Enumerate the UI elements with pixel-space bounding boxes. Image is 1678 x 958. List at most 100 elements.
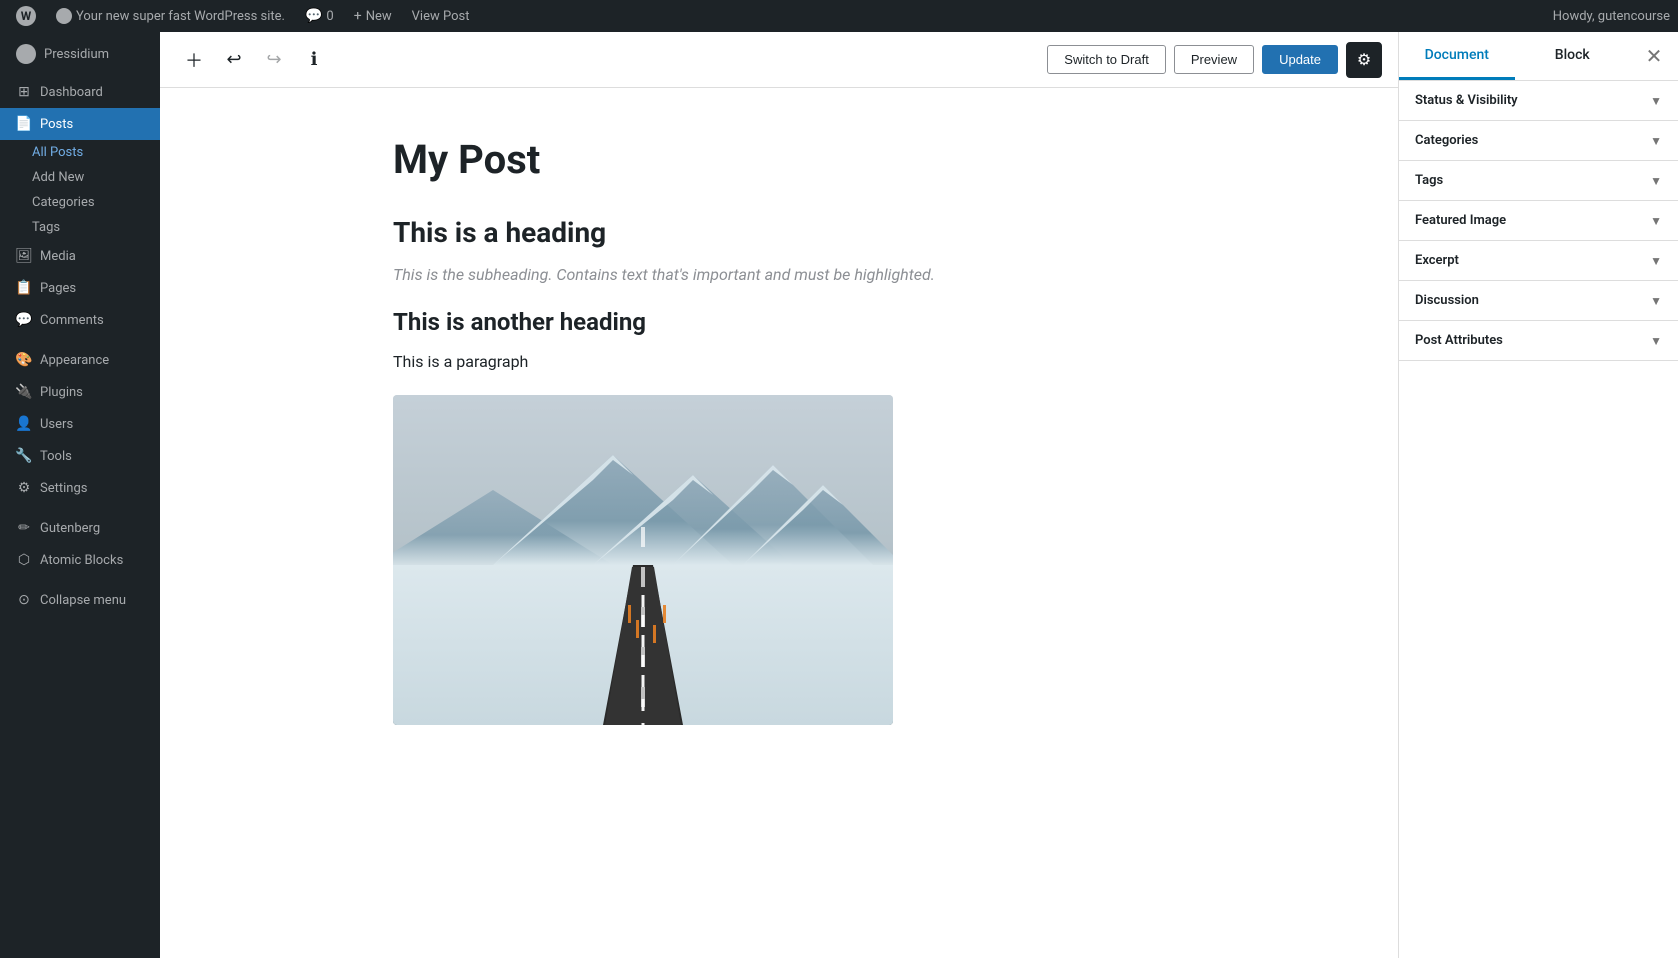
gutenberg-icon: ✏ bbox=[16, 520, 32, 536]
section-status-visibility: Status & Visibility ▼ bbox=[1399, 81, 1678, 121]
settings-button[interactable]: ⚙ bbox=[1346, 42, 1382, 78]
new-label: New bbox=[366, 9, 392, 24]
howdy-label: Howdy, gutencourse bbox=[1553, 9, 1670, 24]
collapse-icon: ⊙ bbox=[16, 592, 32, 608]
atomic-blocks-icon: ⬡ bbox=[16, 552, 32, 568]
section-categories-header[interactable]: Categories ▼ bbox=[1399, 121, 1678, 160]
sidebar-item-atomic-blocks-label: Atomic Blocks bbox=[40, 553, 123, 568]
settings-gear-icon: ⚙ bbox=[1357, 50, 1371, 70]
sidebar-item-users[interactable]: 👤 Users bbox=[0, 408, 160, 440]
view-post-item[interactable]: View Post bbox=[404, 0, 478, 32]
appearance-icon: 🎨 bbox=[16, 352, 32, 368]
heading-block-1[interactable]: This is a heading bbox=[393, 216, 1165, 249]
preview-button[interactable]: Preview bbox=[1174, 45, 1254, 74]
section-tags-header[interactable]: Tags ▼ bbox=[1399, 161, 1678, 200]
sidebar-item-media[interactable]: 🖼 Media bbox=[0, 240, 160, 272]
section-discussion-header[interactable]: Discussion ▼ bbox=[1399, 281, 1678, 320]
posts-icon: 📄 bbox=[16, 116, 32, 132]
tab-document[interactable]: Document bbox=[1399, 33, 1515, 80]
post-title[interactable]: My Post bbox=[393, 136, 1165, 184]
chevron-down-icon-categories: ▼ bbox=[1650, 134, 1662, 148]
chevron-down-icon-status: ▼ bbox=[1650, 94, 1662, 108]
redo-button[interactable]: ↪ bbox=[256, 42, 292, 78]
sidebar-sub-tags[interactable]: Tags bbox=[0, 215, 160, 240]
chevron-down-icon-tags: ▼ bbox=[1650, 174, 1662, 188]
sidebar-item-plugins[interactable]: 🔌 Plugins bbox=[0, 376, 160, 408]
subheading-block[interactable]: This is the subheading. Contains text th… bbox=[393, 265, 1165, 284]
sidebar-item-appearance[interactable]: 🎨 Appearance bbox=[0, 344, 160, 376]
document-tab-label: Document bbox=[1425, 47, 1489, 63]
redo-icon: ↪ bbox=[266, 49, 281, 70]
switch-draft-label: Switch to Draft bbox=[1064, 52, 1149, 67]
close-icon: ✕ bbox=[1646, 44, 1663, 68]
sidebar-item-pages[interactable]: 📋 Pages bbox=[0, 272, 160, 304]
heading-block-2[interactable]: This is another heading bbox=[393, 308, 1165, 336]
add-block-icon: ＋ bbox=[185, 47, 203, 73]
sidebar-divider-2 bbox=[0, 504, 160, 512]
dashboard-icon: ⊞ bbox=[16, 84, 32, 100]
site-icon bbox=[56, 8, 72, 24]
sidebar-item-appearance-label: Appearance bbox=[40, 353, 109, 368]
wp-logo-item[interactable]: W bbox=[8, 0, 44, 32]
main-layout: Pressidium ⊞ Dashboard 📄 Posts All Posts… bbox=[0, 32, 1678, 958]
sidebar-item-settings-label: Settings bbox=[40, 481, 87, 496]
chevron-down-icon-discussion: ▼ bbox=[1650, 294, 1662, 308]
sidebar-item-dashboard[interactable]: ⊞ Dashboard bbox=[0, 76, 160, 108]
info-button[interactable]: ℹ bbox=[296, 42, 332, 78]
update-button[interactable]: Update bbox=[1262, 45, 1338, 74]
section-tags: Tags ▼ bbox=[1399, 161, 1678, 201]
preview-label: Preview bbox=[1191, 52, 1237, 67]
view-post-label: View Post bbox=[412, 9, 470, 24]
sidebar-item-posts[interactable]: 📄 Posts bbox=[0, 108, 160, 140]
featured-image-label: Featured Image bbox=[1415, 213, 1506, 228]
sidebar-item-gutenberg-label: Gutenberg bbox=[40, 521, 100, 536]
road-svg bbox=[393, 395, 893, 725]
site-name-item[interactable]: Your new super fast WordPress site. bbox=[48, 0, 293, 32]
section-discussion: Discussion ▼ bbox=[1399, 281, 1678, 321]
sidebar-sub-all-posts[interactable]: All Posts bbox=[0, 140, 160, 165]
admin-bar-left: W Your new super fast WordPress site. 💬 … bbox=[8, 0, 1553, 32]
sidebar-brand-label: Pressidium bbox=[44, 47, 109, 62]
sidebar-sub-categories[interactable]: Categories bbox=[0, 190, 160, 215]
sidebar-item-comments[interactable]: 💬 Comments bbox=[0, 304, 160, 336]
sidebar-item-settings[interactable]: ⚙ Settings bbox=[0, 472, 160, 504]
sidebar-item-atomic-blocks[interactable]: ⬡ Atomic Blocks bbox=[0, 544, 160, 576]
new-item[interactable]: + New bbox=[346, 0, 400, 32]
sidebar-sub-add-new[interactable]: Add New bbox=[0, 165, 160, 190]
sidebar-item-tools[interactable]: 🔧 Tools bbox=[0, 440, 160, 472]
tags-label: Tags bbox=[32, 220, 60, 235]
site-name-label: Your new super fast WordPress site. bbox=[76, 9, 285, 24]
add-block-button[interactable]: ＋ bbox=[176, 42, 212, 78]
sidebar-divider-3 bbox=[0, 576, 160, 584]
all-posts-label: All Posts bbox=[32, 145, 83, 160]
image-block[interactable] bbox=[393, 395, 893, 725]
section-status-visibility-header[interactable]: Status & Visibility ▼ bbox=[1399, 81, 1678, 120]
undo-button[interactable]: ↩ bbox=[216, 42, 252, 78]
section-excerpt-header[interactable]: Excerpt ▼ bbox=[1399, 241, 1678, 280]
comments-item[interactable]: 💬 0 bbox=[297, 0, 342, 32]
sidebar-item-users-label: Users bbox=[40, 417, 73, 432]
right-panel: Document Block ✕ Status & Visibility ▼ C… bbox=[1398, 32, 1678, 958]
editor-content[interactable]: My Post This is a heading This is the su… bbox=[160, 88, 1398, 958]
pressidium-logo-icon bbox=[16, 44, 36, 64]
block-tab-label: Block bbox=[1555, 47, 1590, 63]
comments-icon: 💬 bbox=[16, 312, 32, 328]
collapse-menu-item[interactable]: ⊙ Collapse menu bbox=[0, 584, 160, 616]
chevron-down-icon-excerpt: ▼ bbox=[1650, 254, 1662, 268]
wp-logo-icon: W bbox=[16, 6, 36, 26]
media-icon: 🖼 bbox=[16, 248, 32, 264]
categories-label: Categories bbox=[32, 195, 95, 210]
panel-close-button[interactable]: ✕ bbox=[1630, 32, 1678, 80]
tab-block[interactable]: Block bbox=[1515, 33, 1631, 80]
sidebar-item-comments-label: Comments bbox=[40, 313, 104, 328]
paragraph-block[interactable]: This is a paragraph bbox=[393, 352, 1165, 371]
sidebar-item-gutenberg[interactable]: ✏ Gutenberg bbox=[0, 512, 160, 544]
section-post-attributes: Post Attributes ▼ bbox=[1399, 321, 1678, 361]
section-featured-image-header[interactable]: Featured Image ▼ bbox=[1399, 201, 1678, 240]
sidebar-brand[interactable]: Pressidium bbox=[0, 32, 160, 76]
status-visibility-label: Status & Visibility bbox=[1415, 93, 1518, 108]
switch-draft-button[interactable]: Switch to Draft bbox=[1047, 45, 1166, 74]
new-plus-icon: + bbox=[354, 8, 362, 24]
sidebar-item-pages-label: Pages bbox=[40, 281, 76, 296]
section-post-attributes-header[interactable]: Post Attributes ▼ bbox=[1399, 321, 1678, 360]
